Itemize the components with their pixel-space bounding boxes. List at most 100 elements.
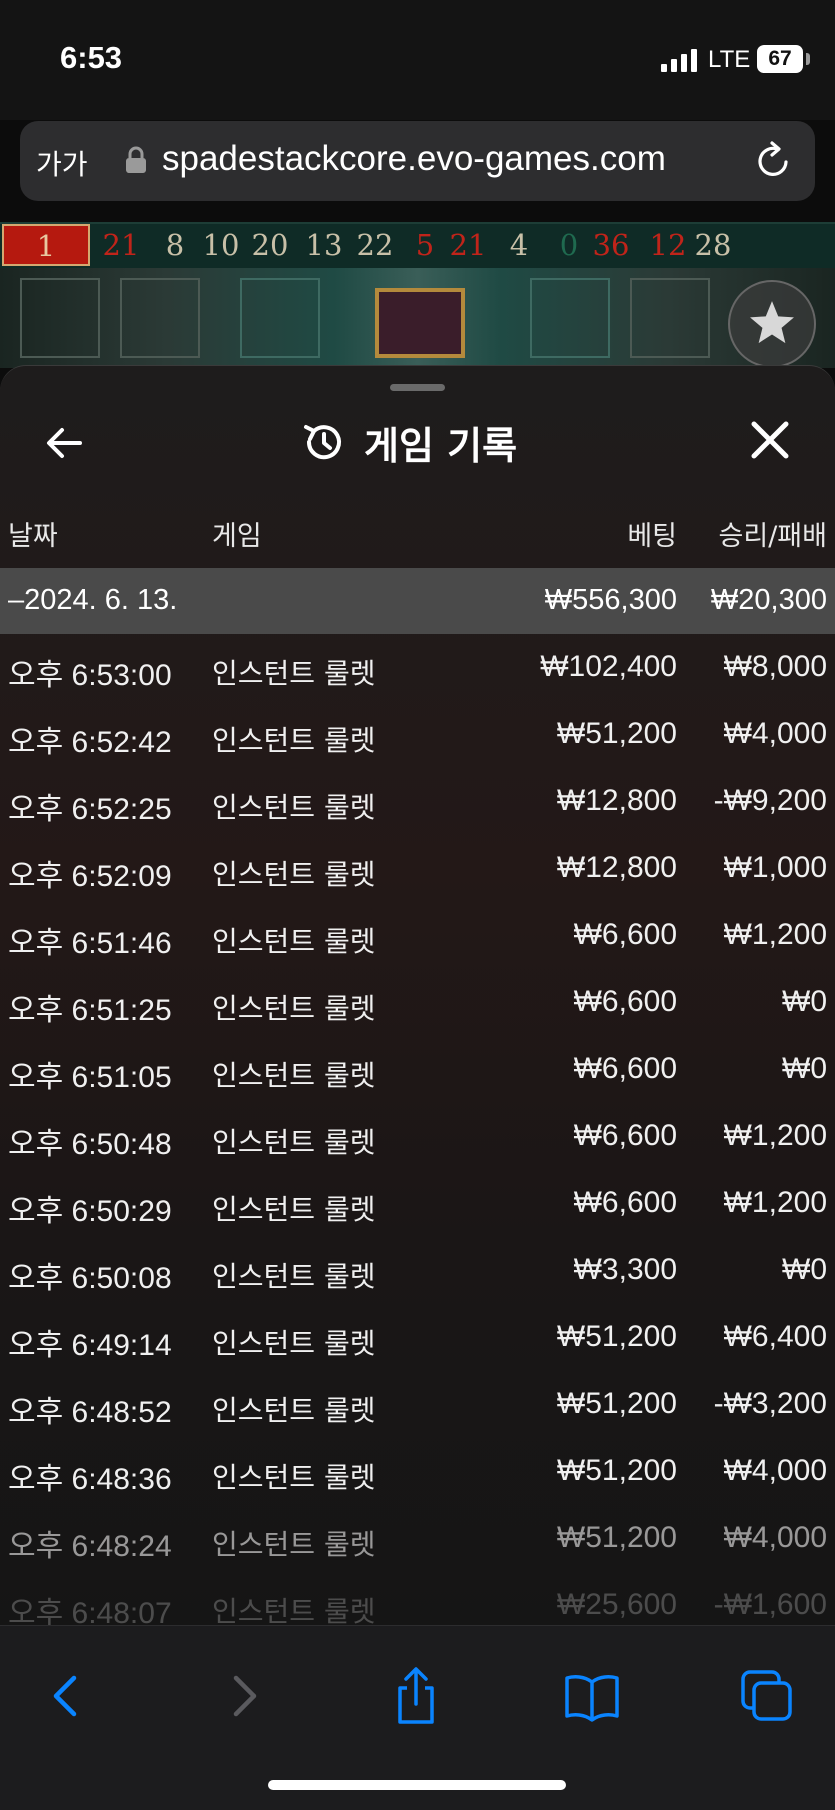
header-date[interactable]: 날짜 [8,514,58,553]
url-text[interactable]: spadestackcore.evo-games.com [162,139,666,179]
home-indicator [268,1780,566,1790]
history-list: 오후 6:53:00 인스턴트 룰렛 ₩102,400 ₩8,000 오후 6:52:4… [0,634,835,1626]
row-time: 오후 6:50:08 [8,1262,172,1295]
row-game: 인스턴트 룰렛 [212,1327,376,1360]
row-win-loss: -₩3,200 [713,1387,827,1420]
row-win-loss: ₩4,000 [723,1521,827,1554]
date-group-row[interactable]: –2024. 6. 13. ₩556,300 ₩20,300 [0,568,835,634]
row-win-loss: ₩1,200 [723,1119,827,1152]
row-bet: ₩12,800 [556,784,677,817]
close-icon[interactable] [748,418,792,462]
history-row[interactable]: 오후 6:53:00 인스턴트 룰렛 ₩102,400 ₩8,000 [0,634,835,701]
favorite-button[interactable] [728,280,816,368]
roulette-result: 21 [449,228,487,262]
history-row[interactable]: 오후 6:52:42 인스턴트 룰렛 ₩51,200 ₩4,000 [0,701,835,768]
row-game: 인스턴트 룰렛 [212,858,376,891]
back-icon[interactable] [36,1666,96,1726]
row-time: 오후 6:52:25 [8,793,172,826]
game-scene [0,268,835,368]
row-win-loss: ₩8,000 [723,650,827,683]
battery-tip [806,53,810,65]
roulette-result: 12 [649,228,687,262]
lock-icon [126,146,146,173]
history-row[interactable]: 오후 6:48:36 인스턴트 룰렛 ₩51,200 ₩4,000 [0,1438,835,1505]
row-win-loss: ₩4,000 [723,1454,827,1487]
share-icon[interactable] [386,1666,446,1726]
roulette-result: 8 [165,228,185,262]
text-size-button[interactable]: 가가 [36,143,88,183]
sheet-grabber[interactable] [390,384,445,391]
forward-icon[interactable] [214,1666,274,1726]
date-group-label: –2024. 6. 13. [8,584,178,616]
row-time: 오후 6:48:07 [8,1597,172,1626]
tabs-icon[interactable] [737,1666,797,1726]
row-game: 인스턴트 룰렛 [212,724,376,757]
row-win-loss: ₩1,000 [723,851,827,884]
reload-icon[interactable] [753,140,795,182]
header-game[interactable]: 게임 [212,514,262,553]
address-bar[interactable]: 가가 spadestackcore.evo-games.com [20,121,815,201]
history-row[interactable]: 오후 6:48:07 인스턴트 룰렛 ₩25,600 -₩1,600 [0,1572,835,1626]
history-row[interactable]: 오후 6:50:48 인스턴트 룰렛 ₩6,600 ₩1,200 [0,1103,835,1170]
roulette-result: 36 [592,228,630,262]
row-game: 인스턴트 룰렛 [212,791,376,824]
row-game: 인스턴트 룰렛 [212,1059,376,1092]
row-win-loss: ₩0 [782,985,827,1018]
history-row[interactable]: 오후 6:49:14 인스턴트 룰렛 ₩51,200 ₩6,400 [0,1304,835,1371]
history-row[interactable]: 오후 6:52:25 인스턴트 룰렛 ₩12,800 -₩9,200 [0,768,835,835]
row-bet: ₩6,600 [573,1052,677,1085]
history-row[interactable]: 오후 6:48:52 인스턴트 룰렛 ₩51,200 -₩3,200 [0,1371,835,1438]
history-row[interactable]: 오후 6:52:09 인스턴트 룰렛 ₩12,800 ₩1,000 [0,835,835,902]
roulette-result: 28 [694,228,732,262]
header-bet[interactable]: 베팅 [627,514,677,553]
roulette-result: 4 [509,228,529,262]
history-row[interactable]: 오후 6:51:05 인스턴트 룰렛 ₩6,600 ₩0 [0,1036,835,1103]
painting [375,288,465,358]
row-game: 인스턴트 룰렛 [212,1193,376,1226]
row-game: 인스턴트 룰렛 [212,1126,376,1159]
sheet-header: 게임 기록 [300,412,517,472]
battery-icon: 67 [757,45,803,73]
row-time: 오후 6:53:00 [8,659,172,692]
row-bet: ₩102,400 [540,650,677,683]
row-time: 오후 6:48:24 [8,1530,172,1563]
column-headers: 날짜 게임 베팅 승리/패배 [0,514,835,554]
row-time: 오후 6:52:09 [8,860,172,893]
row-bet: ₩51,200 [556,717,677,750]
wall-panel [630,278,710,358]
wall-panel [530,278,610,358]
bookmarks-icon[interactable] [562,1666,622,1726]
back-arrow-icon[interactable] [40,418,90,468]
row-win-loss: ₩6,400 [723,1320,827,1353]
wall-panel [120,278,200,358]
row-time: 오후 6:51:05 [8,1061,172,1094]
row-time: 오후 6:51:25 [8,994,172,1027]
row-bet: ₩25,600 [556,1588,677,1621]
row-time: 오후 6:50:29 [8,1195,172,1228]
header-win-loss[interactable]: 승리/패배 [719,514,827,553]
wall-panel [240,278,320,358]
history-icon [304,425,341,460]
history-row[interactable]: 오후 6:51:25 인스턴트 룰렛 ₩6,600 ₩0 [0,969,835,1036]
history-row[interactable]: 오후 6:48:24 인스턴트 룰렛 ₩51,200 ₩4,000 [0,1505,835,1572]
roulette-result: 20 [251,228,289,262]
sheet-title: 게임 기록 [364,423,518,468]
row-win-loss: -₩1,600 [713,1588,827,1621]
history-row[interactable]: 오후 6:50:29 인스턴트 룰렛 ₩6,600 ₩1,200 [0,1170,835,1237]
roulette-result: 0 [559,228,579,262]
row-win-loss: ₩0 [782,1052,827,1085]
row-game: 인스턴트 룰렛 [212,925,376,958]
roulette-history-strip: 1 21 8 10 20 13 22 5 21 4 0 36 12 28 [0,222,835,270]
date-group-win-total: ₩20,300 [710,584,827,616]
clock: 6:53 [60,40,123,75]
row-game: 인스턴트 룰렛 [212,1528,376,1561]
signal-icon [661,48,697,72]
row-time: 오후 6:49:14 [8,1329,172,1362]
row-win-loss: ₩1,200 [723,1186,827,1219]
history-row[interactable]: 오후 6:51:46 인스턴트 룰렛 ₩6,600 ₩1,200 [0,902,835,969]
history-row[interactable]: 오후 6:50:08 인스턴트 룰렛 ₩3,300 ₩0 [0,1237,835,1304]
row-game: 인스턴트 룰렛 [212,1260,376,1293]
row-time: 오후 6:51:46 [8,927,172,960]
roulette-result: 22 [356,228,394,262]
row-bet: ₩51,200 [556,1521,677,1554]
